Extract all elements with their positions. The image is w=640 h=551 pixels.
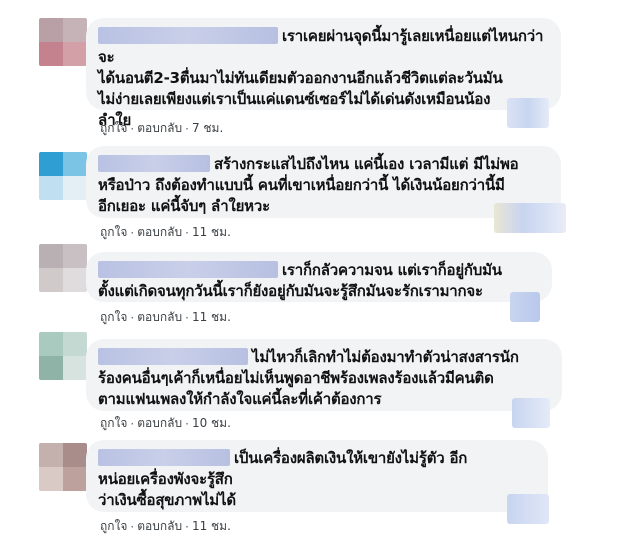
reply-link[interactable]: ตอบกลับ	[137, 121, 182, 135]
reply-link[interactable]: ตอบกลับ	[137, 416, 182, 430]
comment-actions: ถูกใจ · ตอบกลับ · 11 ชม.	[100, 519, 231, 534]
commenter-name-blurred[interactable]	[98, 449, 230, 466]
comment-bubble: เราเคยผ่านจุดนี้มารู้เลยเหนื่อยแต่ไหนกว่…	[86, 18, 561, 129]
avatar[interactable]	[39, 332, 87, 380]
like-link[interactable]: ถูกใจ	[100, 121, 127, 135]
reaction-count-blurred[interactable]	[510, 292, 540, 322]
reply-link[interactable]: ตอบกลับ	[137, 225, 182, 239]
commenter-name-blurred[interactable]	[98, 348, 248, 365]
comment-bubble: เป็นเครื่องผลิตเงินให้เขายังไม่รู้ตัว อี…	[86, 440, 548, 512]
comment-actions: ถูกใจ · ตอบกลับ · 7 ชม.	[100, 121, 224, 136]
reaction-count-blurred[interactable]	[507, 494, 549, 524]
avatar[interactable]	[39, 18, 87, 66]
reaction-count-blurred[interactable]	[494, 203, 566, 233]
comment-actions: ถูกใจ · ตอบกลับ · 11 ชม.	[100, 310, 231, 325]
comment-text: สร้างกระแสไปถึงไหน แค่นี้เอง เวลามีแต่ ม…	[98, 155, 519, 215]
timestamp[interactable]: 10 ชม.	[192, 416, 231, 430]
like-link[interactable]: ถูกใจ	[100, 519, 127, 533]
commenter-name-blurred[interactable]	[98, 27, 278, 44]
avatar[interactable]	[39, 152, 87, 200]
commenter-name-blurred[interactable]	[98, 155, 210, 172]
comment-text: เราเคยผ่านจุดนี้มารู้เลยเหนื่อยแต่ไหนกว่…	[98, 27, 544, 129]
like-link[interactable]: ถูกใจ	[100, 310, 127, 324]
comment-bubble: สร้างกระแสไปถึงไหน แค่นี้เอง เวลามีแต่ ม…	[86, 146, 561, 218]
timestamp[interactable]: 7 ชม.	[192, 121, 223, 135]
like-link[interactable]: ถูกใจ	[100, 416, 127, 430]
commenter-name-blurred[interactable]	[98, 261, 278, 278]
reaction-count-blurred[interactable]	[507, 98, 549, 128]
comment-text: เราก็กลัวความจน แต่เราก็อยู่กับมัน ตั้งแ…	[98, 261, 502, 300]
timestamp[interactable]: 11 ชม.	[192, 519, 231, 533]
comment-actions: ถูกใจ · ตอบกลับ · 11 ชม.	[100, 225, 231, 240]
avatar[interactable]	[39, 244, 87, 292]
comment-bubble: เราก็กลัวความจน แต่เราก็อยู่กับมัน ตั้งแ…	[86, 252, 552, 302]
comment-text: ไม่ไหวก็เลิกทำไม่ต้องมาทำตัวน่าสงสารนัก …	[98, 348, 519, 408]
avatar[interactable]	[39, 443, 87, 491]
reaction-count-blurred[interactable]	[512, 398, 550, 428]
comment-text: เป็นเครื่องผลิตเงินให้เขายังไม่รู้ตัว อี…	[98, 449, 468, 509]
timestamp[interactable]: 11 ชม.	[192, 310, 231, 324]
comment-bubble: ไม่ไหวก็เลิกทำไม่ต้องมาทำตัวน่าสงสารนัก …	[86, 339, 562, 411]
reply-link[interactable]: ตอบกลับ	[137, 310, 182, 324]
like-link[interactable]: ถูกใจ	[100, 225, 127, 239]
timestamp[interactable]: 11 ชม.	[192, 225, 231, 239]
reply-link[interactable]: ตอบกลับ	[137, 519, 182, 533]
comment-actions: ถูกใจ · ตอบกลับ · 10 ชม.	[100, 416, 231, 431]
